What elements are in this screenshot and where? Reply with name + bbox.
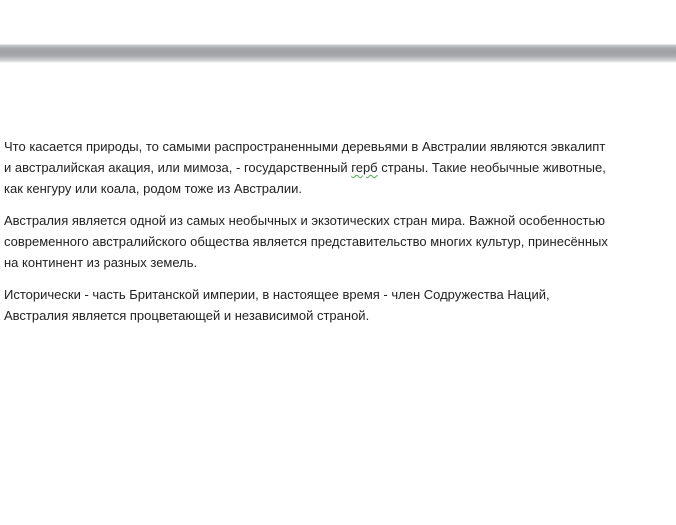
spellcheck-flagged-word[interactable]: герб [351, 160, 377, 175]
document-body[interactable]: Что касается природы, то самыми распрост… [4, 136, 644, 337]
document-page: Что касается природы, то самыми распрост… [0, 0, 676, 525]
paragraph-history[interactable]: Исторически - часть Британской империи, … [4, 284, 644, 326]
page-break-separator [0, 0, 676, 63]
paragraph-nature[interactable]: Что касается природы, то самыми распрост… [4, 136, 644, 199]
paragraph-culture[interactable]: Австралия является одной из самых необыч… [4, 210, 644, 273]
